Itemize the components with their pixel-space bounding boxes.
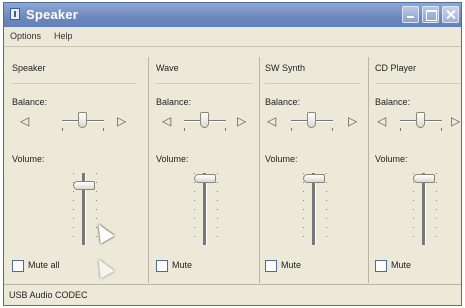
menu-options[interactable]: Options xyxy=(10,31,41,41)
speaker-right-icon: ▷ xyxy=(451,114,461,128)
volume-ticks xyxy=(413,173,414,245)
volume-slider[interactable] xyxy=(194,174,216,183)
volume-ticks xyxy=(326,173,327,245)
volume-label: Volume: xyxy=(12,154,45,164)
volume-ticks xyxy=(303,173,304,245)
menu-bar: Options Help xyxy=(4,27,461,47)
channel-name: Speaker xyxy=(12,63,46,73)
balance-slider[interactable] xyxy=(416,112,425,128)
speaker-right-icon: ▷ xyxy=(117,114,127,128)
maximize-button[interactable] xyxy=(422,6,439,23)
checkbox-box[interactable] xyxy=(375,260,387,272)
checkbox-box[interactable] xyxy=(156,260,168,272)
channel-name: SW Synth xyxy=(265,63,306,73)
volume-slider[interactable] xyxy=(73,181,95,190)
balance-slider[interactable] xyxy=(200,112,209,128)
mouse-cursor-ghost-icon xyxy=(91,255,115,279)
speaker-app-icon xyxy=(10,8,20,20)
window-title: Speaker xyxy=(26,7,78,22)
channel-divider xyxy=(259,57,260,283)
channel-sw-synth: SW Synth Balance: ◁ ▷ Volume: Mute xyxy=(265,55,365,287)
speaker-left-icon: ◁ xyxy=(377,114,387,128)
channel-rule xyxy=(156,83,252,84)
volume-ticks xyxy=(436,173,437,245)
channel-divider xyxy=(148,57,149,283)
balance-ticks xyxy=(291,128,333,130)
balance-slider[interactable] xyxy=(307,112,316,128)
volume-slider[interactable] xyxy=(303,174,325,183)
volume-track[interactable] xyxy=(203,173,207,245)
mute-label: Mute xyxy=(172,260,193,270)
volume-label: Volume: xyxy=(375,154,408,164)
channel-divider xyxy=(368,57,369,283)
volume-ticks xyxy=(194,173,195,245)
volume-label: Volume: xyxy=(156,154,189,164)
speaker-left-icon: ◁ xyxy=(162,114,172,128)
channel-name: CD Player xyxy=(375,63,417,73)
channel-speaker: Speaker Balance: ◁ ▷ Volume: Mute all xyxy=(12,55,145,287)
channel-rule xyxy=(12,83,136,84)
checkbox-box[interactable] xyxy=(265,260,277,272)
menu-help[interactable]: Help xyxy=(54,31,73,41)
title-bar[interactable]: Speaker xyxy=(4,3,461,27)
balance-ticks xyxy=(62,128,104,130)
volume-track[interactable] xyxy=(312,173,316,245)
volume-label: Volume: xyxy=(265,154,298,164)
mute-label: Mute xyxy=(281,260,302,270)
mute-all-label: Mute all xyxy=(28,260,60,270)
minimize-button[interactable] xyxy=(402,6,419,23)
mouse-cursor-icon xyxy=(91,220,115,244)
checkbox-box[interactable] xyxy=(12,260,24,272)
channel-wave: Wave Balance: ◁ ▷ Volume: Mute xyxy=(156,55,256,287)
status-bar: USB Audio CODEC xyxy=(4,284,461,305)
balance-label: Balance: xyxy=(265,97,301,107)
channel-cd-player: CD Player Balance: ◁ ▷ Volume: Mute xyxy=(375,55,460,287)
speaker-window: Speaker Options Help Speaker Balance: ◁ … xyxy=(3,2,462,306)
balance-slider[interactable] xyxy=(78,112,87,128)
mute-label: Mute xyxy=(391,260,412,270)
speaker-left-icon: ◁ xyxy=(20,114,30,128)
balance-label: Balance: xyxy=(156,97,192,107)
volume-track[interactable] xyxy=(422,173,426,245)
speaker-left-icon: ◁ xyxy=(267,114,277,128)
volume-slider[interactable] xyxy=(413,174,435,183)
device-name: USB Audio CODEC xyxy=(9,290,88,300)
balance-label: Balance: xyxy=(12,97,48,107)
speaker-right-icon: ▷ xyxy=(237,114,247,128)
balance-ticks xyxy=(400,128,442,130)
channel-rule xyxy=(265,83,361,84)
volume-mixer: Speaker Balance: ◁ ▷ Volume: Mute all Wa… xyxy=(12,55,460,287)
channel-rule xyxy=(375,83,460,84)
channel-name: Wave xyxy=(156,63,179,73)
balance-label: Balance: xyxy=(375,97,411,107)
balance-ticks xyxy=(184,128,226,130)
volume-ticks xyxy=(217,173,218,245)
speaker-right-icon: ▷ xyxy=(348,114,358,128)
close-button[interactable] xyxy=(442,6,459,23)
